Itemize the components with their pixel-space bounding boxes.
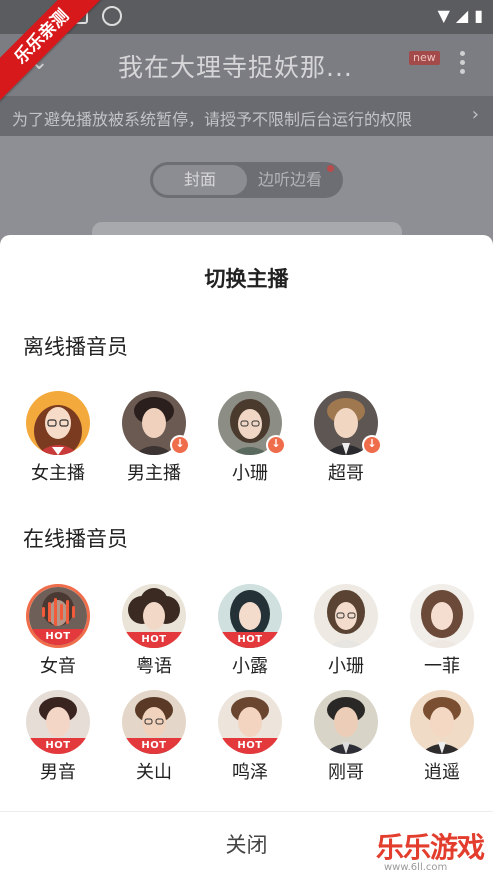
watermark-url: www.6ll.com bbox=[384, 862, 448, 873]
red-dot-badge bbox=[327, 165, 334, 172]
avatar: HOT bbox=[218, 690, 282, 754]
wifi-icon: ▼ bbox=[437, 6, 450, 25]
sheet-title: 切换主播 bbox=[204, 267, 289, 291]
anchor-name: 小珊 bbox=[232, 463, 268, 484]
hot-badge: HOT bbox=[122, 738, 186, 754]
anchor-offline-3[interactable]: 小珊 bbox=[202, 391, 298, 491]
battery-icon: ▮ bbox=[474, 6, 483, 25]
anchor-name: 鸣泽 bbox=[232, 762, 268, 783]
offline-section-title: 离线播音员 bbox=[23, 335, 128, 359]
hot-badge: HOT bbox=[218, 632, 282, 648]
tab-listen-watch[interactable]: 边听边看 bbox=[258, 165, 322, 195]
hot-badge: HOT bbox=[122, 632, 186, 648]
anchor-online-10[interactable]: 逍遥 bbox=[394, 690, 490, 790]
anchor-online-7[interactable]: HOT 关山 bbox=[106, 690, 202, 790]
chevron-right-icon: › bbox=[471, 104, 479, 125]
hot-badge: HOT bbox=[29, 629, 87, 645]
anchor-online-3[interactable]: HOT 小露 bbox=[202, 584, 298, 684]
avatar: HOT bbox=[26, 690, 90, 754]
watermark-title: 乐乐游戏 bbox=[376, 831, 485, 864]
avatar bbox=[314, 584, 378, 648]
anchor-online-5[interactable]: 一菲 bbox=[394, 584, 490, 684]
anchor-online-1-selected[interactable]: HOT 女音 bbox=[10, 584, 106, 684]
anchor-online-2[interactable]: HOT 粤语 bbox=[106, 584, 202, 684]
page-title: 我在大理寺捉妖那... bbox=[118, 53, 353, 82]
online-section-title: 在线播音员 bbox=[23, 527, 128, 551]
anchor-name: 粤语 bbox=[136, 656, 172, 677]
avatar bbox=[26, 391, 90, 455]
anchor-name: 男主播 bbox=[127, 463, 181, 484]
avatar: HOT bbox=[122, 690, 186, 754]
avatar: HOT bbox=[218, 584, 282, 648]
avatar bbox=[410, 584, 474, 648]
anchor-name: 小珊 bbox=[328, 656, 364, 677]
hot-badge: HOT bbox=[26, 738, 90, 754]
switch-anchor-sheet: 切换主播 离线播音员 女主播 男主播 小珊 超哥 在线播音员 H bbox=[0, 235, 493, 878]
playing-waveform-icon bbox=[29, 597, 87, 627]
anchor-online-4[interactable]: 小珊 bbox=[298, 584, 394, 684]
anchor-offline-2[interactable]: 男主播 bbox=[106, 391, 202, 491]
anchor-name: 刚哥 bbox=[328, 762, 364, 783]
avatar: HOT bbox=[122, 584, 186, 648]
anchor-online-9[interactable]: 刚哥 bbox=[298, 690, 394, 790]
ribbon-watermark: 乐乐亲测 bbox=[0, 0, 110, 110]
anchor-name: 一菲 bbox=[424, 656, 460, 677]
more-icon[interactable] bbox=[452, 48, 472, 82]
anchor-online-6[interactable]: HOT 男音 bbox=[10, 690, 106, 790]
anchor-offline-4[interactable]: 超哥 bbox=[298, 391, 394, 491]
tab-cover[interactable]: 封面 bbox=[153, 165, 247, 195]
anchor-offline-1[interactable]: 女主播 bbox=[10, 391, 106, 491]
anchor-name: 小露 bbox=[232, 656, 268, 677]
anchor-name: 男音 bbox=[40, 762, 76, 783]
site-watermark: 乐乐游戏 www.6ll.com bbox=[376, 826, 493, 878]
new-badge: new bbox=[409, 51, 440, 65]
anchor-name: 逍遥 bbox=[424, 762, 460, 783]
hot-badge: HOT bbox=[218, 738, 282, 754]
avatar: HOT bbox=[26, 584, 90, 648]
download-icon[interactable] bbox=[266, 435, 286, 455]
ribbon-text: 乐乐亲测 bbox=[0, 0, 110, 105]
anchor-name: 关山 bbox=[136, 762, 172, 783]
anchor-name: 女音 bbox=[40, 656, 76, 677]
avatar bbox=[314, 690, 378, 754]
view-toggle: 封面 边听边看 bbox=[150, 162, 343, 198]
download-icon[interactable] bbox=[170, 435, 190, 455]
anchor-online-8[interactable]: HOT 鸣泽 bbox=[202, 690, 298, 790]
download-icon[interactable] bbox=[362, 435, 382, 455]
avatar bbox=[410, 690, 474, 754]
anchor-name: 女主播 bbox=[31, 463, 85, 484]
signal-icon: ◢ bbox=[455, 6, 469, 25]
anchor-name: 超哥 bbox=[328, 463, 364, 484]
